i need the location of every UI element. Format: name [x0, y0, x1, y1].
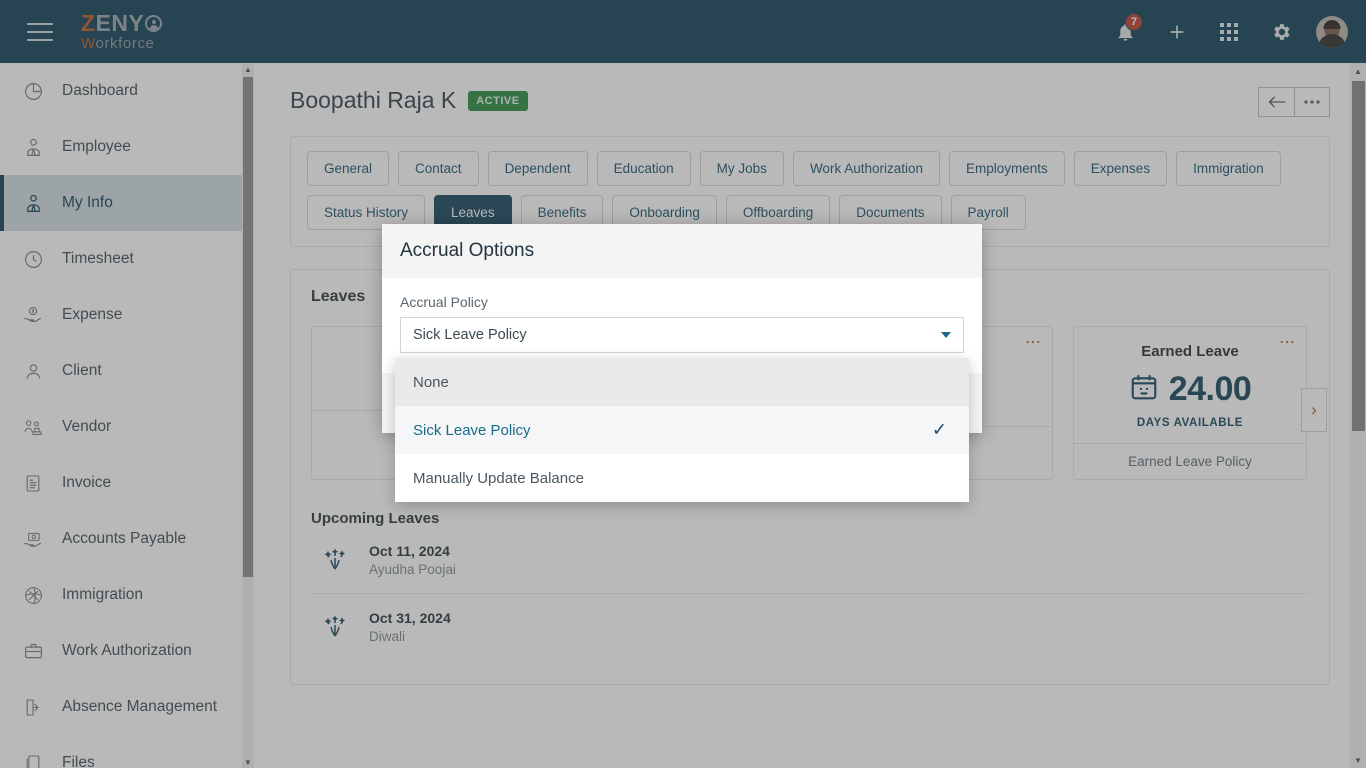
dropdown-option-none[interactable]: None — [395, 358, 969, 406]
accrual-policy-label: Accrual Policy — [400, 294, 488, 310]
dropdown-option-label: Sick Leave Policy — [413, 421, 531, 439]
accrual-policy-select[interactable]: Sick Leave Policy — [400, 317, 964, 353]
dropdown-option-sick-leave-policy[interactable]: Sick Leave Policy ✓ — [395, 406, 969, 454]
chevron-down-icon — [941, 332, 951, 338]
dropdown-option-manually-update-balance[interactable]: Manually Update Balance — [395, 454, 969, 502]
accrual-policy-dropdown: None Sick Leave Policy ✓ Manually Update Ba… — [395, 358, 969, 502]
modal-title: Accrual Options — [382, 224, 982, 278]
accrual-policy-selected-value: Sick Leave Policy — [413, 327, 527, 343]
check-icon: ✓ — [931, 419, 947, 440]
dropdown-option-label: Manually Update Balance — [413, 469, 584, 487]
app-root: Z ENY Workforce 7 Dashboard Employee My … — [0, 0, 1366, 768]
dropdown-option-label: None — [413, 373, 449, 391]
